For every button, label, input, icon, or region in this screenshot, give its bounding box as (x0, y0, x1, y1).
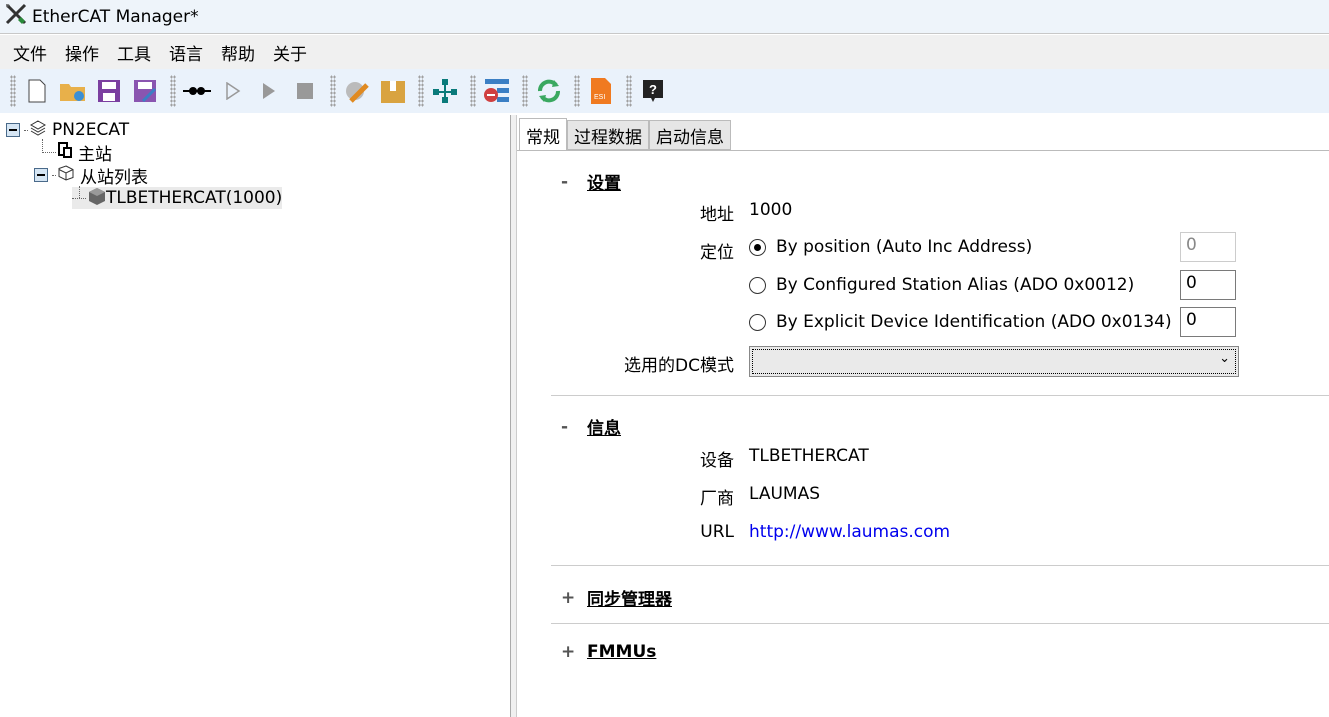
section-title: FMMUs (587, 642, 657, 662)
chevron-down-icon: ⌄ (1219, 351, 1230, 366)
save-as-icon[interactable] (130, 76, 160, 106)
stop-icon[interactable] (290, 76, 320, 106)
radio-label: By Configured Station Alias (ADO 0x0012) (776, 275, 1135, 295)
open-folder-icon[interactable] (58, 76, 88, 106)
toolbar-grip[interactable] (10, 75, 16, 107)
new-file-icon[interactable] (22, 76, 52, 106)
window-title: EtherCAT Manager* (32, 6, 199, 27)
svg-text:ESI: ESI (594, 94, 605, 101)
title-bar: EtherCAT Manager* (0, 0, 1329, 34)
settings-edit-icon[interactable] (342, 76, 372, 106)
collapse-icon[interactable]: - (561, 172, 587, 192)
tree-node-slave-1[interactable]: TLBETHERCAT(1000) (72, 187, 283, 210)
collapse-icon[interactable] (6, 123, 20, 137)
radio-label: By Explicit Device Identification (ADO 0… (776, 312, 1172, 332)
menu-language[interactable]: 语言 (160, 40, 212, 65)
position-label: 定位 (700, 243, 734, 263)
radio-explicit-id[interactable]: By Explicit Device Identification (ADO 0… (749, 312, 1172, 332)
radio-by-position[interactable]: By position (Auto Inc Address) (749, 237, 1032, 257)
collapse-icon[interactable] (34, 168, 48, 182)
menu-file[interactable]: 文件 (4, 40, 56, 65)
toolbar-grip[interactable] (170, 75, 176, 107)
dc-mode-select[interactable]: ⌄ (749, 346, 1239, 377)
play-outline-icon[interactable] (218, 76, 248, 106)
explicit-id-input[interactable]: 0 (1180, 307, 1236, 337)
toolbar-grip[interactable] (626, 75, 632, 107)
svg-text:?: ? (649, 82, 657, 97)
toolbar: ESI ? (0, 69, 1329, 113)
menu-about[interactable]: 关于 (264, 40, 316, 65)
play-icon[interactable] (254, 76, 284, 106)
section-title: 同步管理器 (587, 590, 672, 610)
slave-remove-icon[interactable] (482, 76, 512, 106)
vendor-value: LAUMAS (749, 484, 821, 504)
url-label: URL (700, 522, 734, 542)
tab-startup[interactable]: 启动信息 (649, 120, 731, 150)
expand-icon[interactable]: + (561, 642, 587, 662)
tree-node-slaves[interactable]: 从站列表 (34, 164, 148, 188)
radio-label: By position (Auto Inc Address) (776, 237, 1033, 257)
radio-button[interactable] (749, 313, 766, 331)
tree-label: 从站列表 (80, 167, 148, 188)
section-title: 设置 (587, 174, 621, 194)
help-icon[interactable]: ? (638, 76, 668, 106)
master-device-icon (58, 141, 72, 163)
tab-process-data[interactable]: 过程数据 (567, 120, 649, 150)
properties-panel: 常规 过程数据 启动信息 - 设置 地址 1000 定位 By position… (517, 115, 1329, 717)
network-tree-icon[interactable] (430, 76, 460, 106)
vendor-url-link[interactable]: http://www.laumas.com (749, 522, 950, 542)
slave-device-icon (88, 187, 106, 210)
menu-help[interactable]: 帮助 (212, 40, 264, 65)
device-tree: PN2ECAT 主站 从站列表 TLBETHERCAT(1000) (0, 115, 511, 717)
section-settings-header[interactable]: - 设置 (561, 169, 621, 195)
tab-bar: 常规 过程数据 启动信息 (519, 118, 731, 151)
layers-icon (29, 119, 47, 141)
tree-node-master[interactable]: 主站 (42, 141, 112, 165)
toolbar-grip[interactable] (522, 75, 528, 107)
section-sync-manager-header[interactable]: + 同步管理器 (561, 585, 672, 611)
address-label: 地址 (700, 205, 734, 225)
save-icon[interactable] (94, 76, 124, 106)
station-alias-input[interactable]: 0 (1180, 270, 1236, 300)
cube-icon (58, 164, 74, 186)
menu-operation[interactable]: 操作 (56, 40, 108, 65)
connect-icon[interactable] (182, 76, 212, 106)
device-value: TLBETHERCAT (749, 446, 869, 466)
tree-label: TLBETHERCAT(1000) (106, 188, 283, 208)
collapse-icon[interactable]: - (561, 417, 587, 437)
radio-station-alias[interactable]: By Configured Station Alias (ADO 0x0012) (749, 275, 1134, 295)
toolbar-grip[interactable] (574, 75, 580, 107)
toolbar-grip[interactable] (418, 75, 424, 107)
tree-label: 主站 (78, 144, 112, 165)
app-tools-icon (4, 2, 28, 31)
toolbar-grip[interactable] (470, 75, 476, 107)
address-value: 1000 (749, 200, 793, 220)
menu-tools[interactable]: 工具 (108, 40, 160, 65)
expand-icon[interactable]: + (561, 588, 587, 608)
section-fmmu-header[interactable]: + FMMUs (561, 642, 656, 662)
toolbar-grip[interactable] (330, 75, 336, 107)
tree-node-root[interactable]: PN2ECAT (6, 119, 129, 141)
vendor-label: 厂商 (700, 489, 734, 509)
tree-label: PN2ECAT (52, 120, 130, 140)
esi-file-icon[interactable]: ESI (586, 76, 616, 106)
refresh-icon[interactable] (534, 76, 564, 106)
section-info-header[interactable]: - 信息 (561, 414, 621, 440)
tab-general[interactable]: 常规 (519, 118, 567, 151)
device-label: 设备 (700, 451, 734, 471)
position-input[interactable]: 0 (1180, 232, 1236, 262)
package-icon[interactable] (378, 76, 408, 106)
section-title: 信息 (587, 419, 621, 439)
dc-mode-label: 选用的DC模式 (624, 356, 734, 376)
radio-button[interactable] (749, 276, 766, 294)
menu-bar: 文件 操作 工具 语言 帮助 关于 (0, 35, 1329, 69)
radio-button[interactable] (749, 238, 766, 256)
